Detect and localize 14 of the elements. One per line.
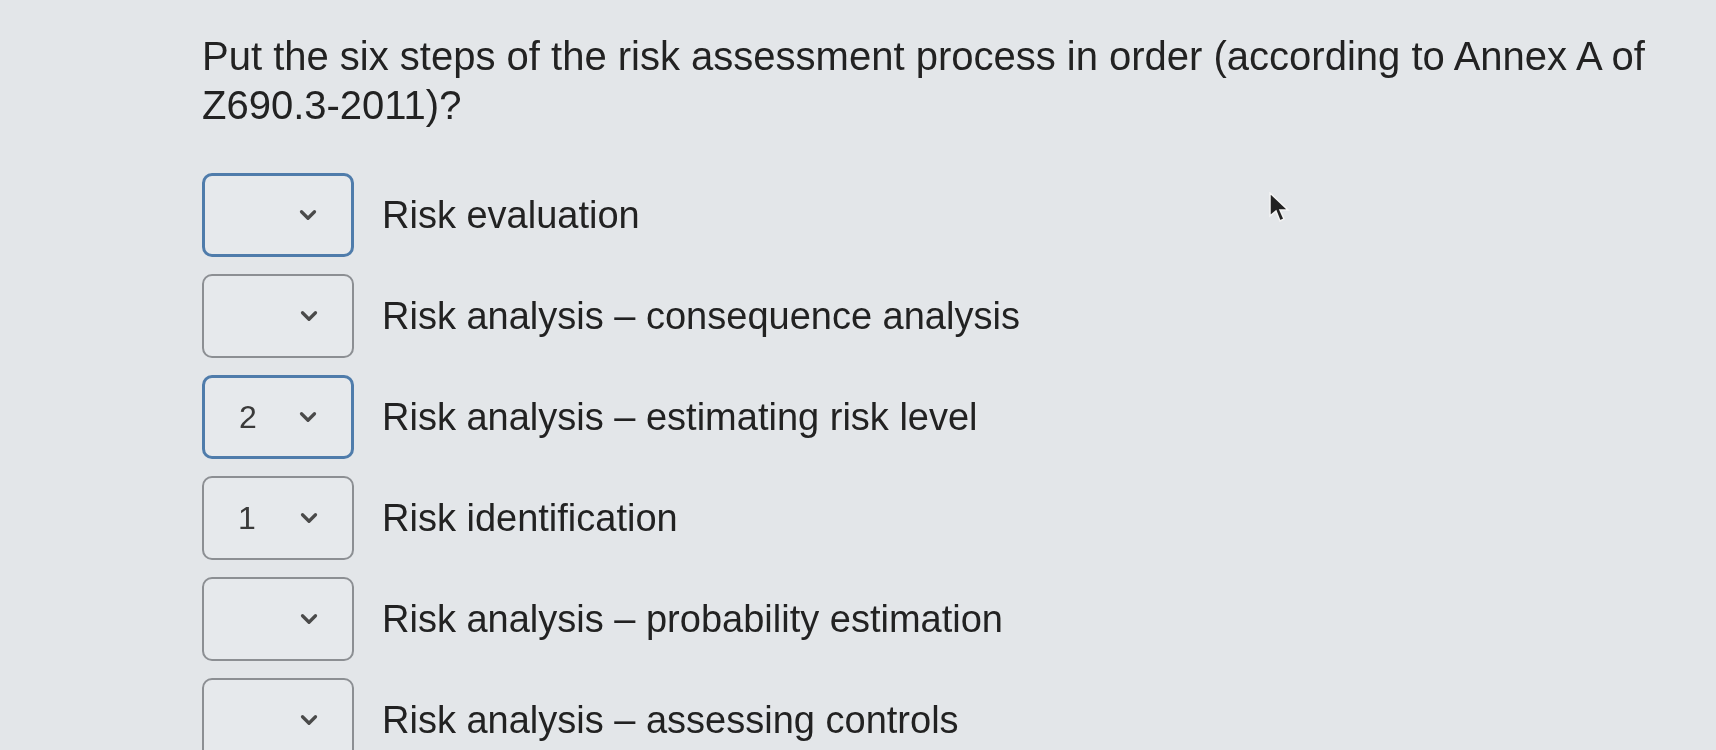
order-dropdown[interactable]: 2 xyxy=(202,375,354,459)
mouse-pointer-icon xyxy=(1268,192,1292,224)
order-dropdown[interactable]: 1 xyxy=(202,476,354,560)
order-dropdown[interactable] xyxy=(202,678,354,750)
question-text: Put the six steps of the risk assessment process in order (according to Annex A of Z690.3-2011)? xyxy=(202,33,1646,129)
order-dropdown[interactable] xyxy=(202,577,354,661)
step-label: Risk evaluation xyxy=(382,193,640,238)
step-label: Risk analysis – assessing controls xyxy=(382,698,959,743)
step-label: Risk analysis – estimating risk level xyxy=(382,395,978,440)
step-label: Risk identification xyxy=(382,496,678,541)
order-dropdown[interactable] xyxy=(202,274,354,358)
step-label: Risk analysis – probability estimation xyxy=(382,597,1003,642)
step-label: Risk analysis – consequence analysis xyxy=(382,294,1020,339)
order-dropdown[interactable] xyxy=(202,173,354,257)
